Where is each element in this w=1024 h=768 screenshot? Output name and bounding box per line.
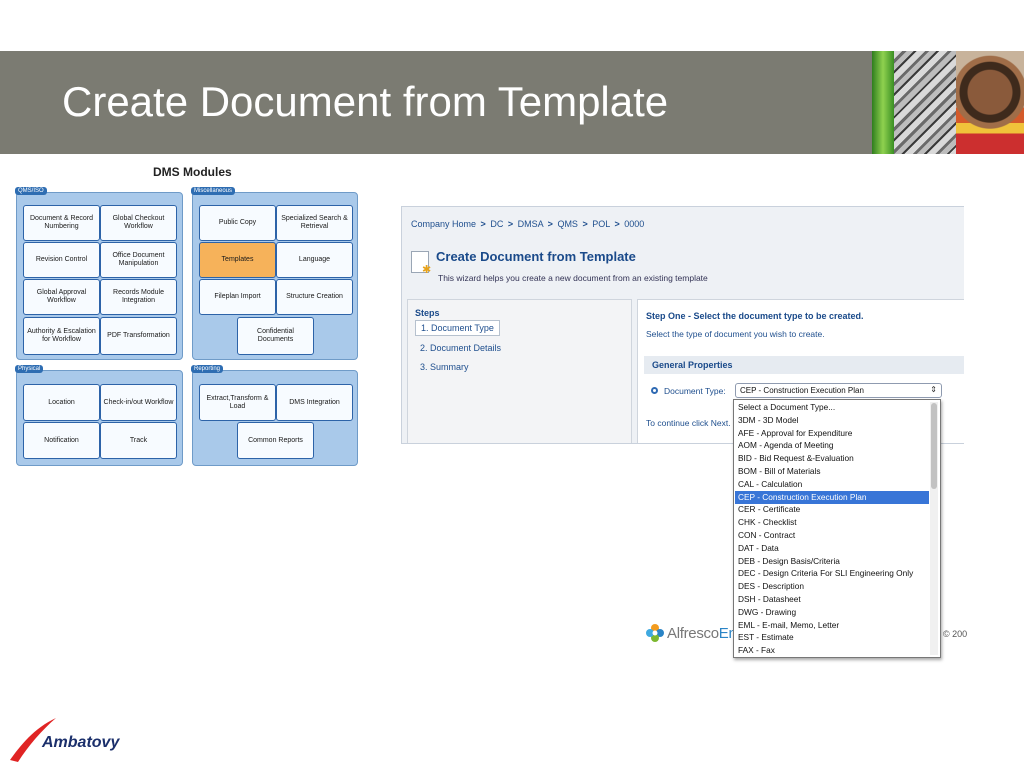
steps-heading: Steps bbox=[415, 308, 440, 318]
breadcrumb-separator: > bbox=[480, 219, 486, 229]
copyright-text: © 200 bbox=[943, 629, 968, 639]
module-global-checkout-workflow: Global Checkout Workflow bbox=[100, 205, 177, 241]
breadcrumb-separator: > bbox=[507, 219, 514, 229]
module-notification: Notification bbox=[23, 422, 100, 459]
general-properties-bar: General Properties bbox=[644, 356, 964, 374]
header-photo bbox=[872, 51, 1024, 154]
general-properties-label: General Properties bbox=[652, 360, 733, 370]
document-type-dropdown[interactable]: Select a Document Type... 3DM - 3D Model A… bbox=[733, 399, 941, 658]
sparkle-icon: ✱ bbox=[422, 264, 432, 276]
step-document-details[interactable]: 2. Document Details bbox=[415, 341, 506, 355]
alfresco-name: Alfresco bbox=[667, 625, 719, 642]
dropdown-option[interactable]: CHK - Checklist bbox=[735, 516, 929, 529]
group-label: QMS/ISO bbox=[15, 187, 47, 195]
dropdown-option[interactable]: CEP - Construction Execution Plan bbox=[735, 490, 929, 504]
dropdown-option[interactable]: AOM - Agenda of Meeting bbox=[735, 439, 929, 452]
group-label: Physical bbox=[15, 365, 44, 373]
child-image bbox=[956, 51, 1024, 154]
module-language: Language bbox=[276, 242, 353, 278]
steps-panel: Steps 1. Document Type 2. Document Detai… bbox=[407, 299, 632, 443]
required-field-icon bbox=[651, 387, 658, 394]
module-track: Track bbox=[100, 422, 177, 459]
breadcrumb-separator: > bbox=[614, 219, 620, 229]
module-office-document-manipulation: Office Document Manipulation bbox=[100, 242, 177, 278]
dropdown-option[interactable]: DEB - Design Basis/Criteria bbox=[735, 555, 929, 568]
module-specialized-search: Specialized Search & Retrieval bbox=[276, 205, 353, 241]
group-miscellaneous: Miscellaneous Public Copy Specialized Se… bbox=[191, 187, 358, 360]
dropdown-option[interactable]: BID - Bid Request &-Evaluation bbox=[735, 452, 929, 465]
document-wizard-icon: ✱ bbox=[411, 251, 432, 276]
dropdown-option[interactable]: CON - Contract bbox=[735, 529, 929, 542]
module-confidential-documents: Confidential Documents bbox=[237, 317, 314, 355]
dropdown-option[interactable]: DSH - Datasheet bbox=[735, 593, 929, 606]
step-one-heading: Step One - Select the document type to b… bbox=[646, 311, 864, 321]
dropdown-option[interactable]: DEC - Design Criteria For SLI Engineerin… bbox=[735, 567, 929, 580]
dropdown-option[interactable]: CAL - Calculation bbox=[735, 478, 929, 491]
alfresco-flower-icon bbox=[646, 624, 664, 642]
module-dms-integration: DMS Integration bbox=[276, 384, 353, 421]
dropdown-option[interactable]: AFE - Approval for Expenditure bbox=[735, 427, 929, 440]
group-label: Miscellaneous bbox=[191, 187, 236, 195]
document-type-select[interactable]: CEP - Construction Execution Plan ⇕ bbox=[735, 383, 942, 398]
dropdown-option[interactable]: DAT - Data bbox=[735, 542, 929, 555]
module-check-in-out-workflow: Check-in/out Workflow bbox=[100, 384, 177, 421]
wizard-title: Create Document from Template bbox=[436, 249, 636, 264]
dropdown-option[interactable]: Select a Document Type... bbox=[735, 401, 929, 414]
breadcrumb-item-dc[interactable]: DC bbox=[490, 219, 503, 229]
breadcrumb-separator: > bbox=[582, 219, 588, 229]
module-common-reports: Common Reports bbox=[237, 422, 314, 459]
dms-modules-title: DMS Modules bbox=[153, 165, 232, 179]
module-templates: Templates bbox=[199, 242, 276, 278]
leaf-image bbox=[872, 51, 894, 154]
slide-title: Create Document from Template bbox=[62, 78, 669, 125]
group-qms-iso: QMS/ISO Document & Record Numbering Glob… bbox=[15, 187, 183, 360]
step-one-description: Select the type of document you wish to … bbox=[646, 329, 825, 339]
dropdown-option[interactable]: DES - Description bbox=[735, 580, 929, 593]
module-fileplan-import: Fileplan Import bbox=[199, 279, 276, 315]
document-type-label: Document Type: bbox=[664, 386, 726, 396]
dropdown-option[interactable]: 3DM - 3D Model bbox=[735, 414, 929, 427]
module-structure-creation: Structure Creation bbox=[276, 279, 353, 315]
breadcrumb-item-qms[interactable]: QMS bbox=[557, 219, 578, 229]
module-document-record-numbering: Document & Record Numbering bbox=[23, 205, 100, 241]
dropdown-option[interactable]: FAX - Fax bbox=[735, 644, 929, 657]
breadcrumb-separator: > bbox=[547, 219, 553, 229]
group-label: Reporting bbox=[191, 365, 224, 373]
breadcrumb-item-pol[interactable]: POL bbox=[592, 219, 610, 229]
ambatovy-wordmark: Ambatovy bbox=[42, 734, 120, 751]
alfresco-brand: AlfrescoEnt bbox=[667, 625, 741, 642]
step-summary[interactable]: 3. Summary bbox=[415, 360, 474, 374]
document-type-value: CEP - Construction Execution Plan bbox=[740, 386, 864, 395]
dropdown-option[interactable]: EML - E-mail, Memo, Letter bbox=[735, 619, 929, 632]
dropdown-option[interactable]: DWG - Drawing bbox=[735, 606, 929, 619]
breadcrumb-item-dmsa[interactable]: DMSA bbox=[518, 219, 544, 229]
wizard-description: This wizard helps you create a new docum… bbox=[438, 273, 708, 283]
dropdown-option[interactable]: CER - Certificate bbox=[735, 503, 929, 516]
module-records-module-integration: Records Module Integration bbox=[100, 279, 177, 315]
step-document-type[interactable]: 1. Document Type bbox=[415, 320, 500, 336]
module-revision-control: Revision Control bbox=[23, 242, 100, 278]
dropdown-option[interactable]: BOM - Bill of Materials bbox=[735, 465, 929, 478]
continue-instruction: To continue click Next. bbox=[646, 418, 731, 428]
module-pdf-transformation: PDF Transformation bbox=[100, 317, 177, 355]
module-global-approval-workflow: Global Approval Workflow bbox=[23, 279, 100, 315]
dropdown-option[interactable]: EST - Estimate bbox=[735, 631, 929, 644]
group-reporting: Reporting Extract,Transform & Load DMS I… bbox=[191, 365, 358, 466]
seeds-image bbox=[894, 51, 956, 154]
group-physical: Physical Location Check-in/out Workflow … bbox=[15, 365, 183, 466]
dropdown-scroll-thumb[interactable] bbox=[931, 403, 937, 489]
select-arrows-icon: ⇕ bbox=[930, 385, 937, 394]
module-public-copy: Public Copy bbox=[199, 205, 276, 241]
module-authority-escalation: Authority & Escalation for Workflow bbox=[23, 317, 100, 355]
breadcrumb: Company Home > DC > DMSA > QMS > POL > 0… bbox=[411, 219, 644, 229]
breadcrumb-item-0000[interactable]: 0000 bbox=[624, 219, 644, 229]
module-location: Location bbox=[23, 384, 100, 421]
slide: Create Document from Template DMS Module… bbox=[0, 0, 1024, 768]
breadcrumb-item-company-home[interactable]: Company Home bbox=[411, 219, 476, 229]
module-extract-transform-load: Extract,Transform & Load bbox=[199, 384, 276, 421]
